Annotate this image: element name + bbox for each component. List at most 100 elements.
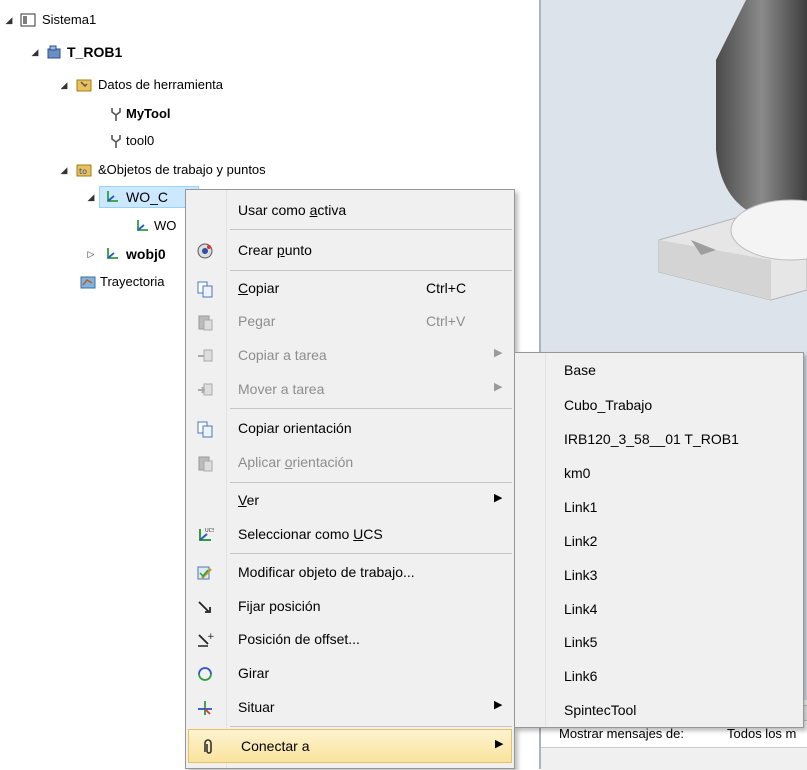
collapse-arrow-icon[interactable]: ◢ bbox=[4, 10, 14, 30]
menu-item-modify-workobject[interactable]: Modificar objeto de trabajo... bbox=[186, 556, 514, 590]
move-to-task-icon bbox=[198, 383, 213, 396]
svg-text:UCS: UCS bbox=[205, 528, 214, 534]
menu-item-set-ucs[interactable]: UCS Seleccionar como UCS bbox=[186, 518, 514, 552]
menu-item-move-to-task[interactable]: Mover a tarea ▶ bbox=[186, 373, 514, 407]
tree-node-task[interactable]: ◢ T_ROB1 bbox=[0, 42, 200, 62]
submenu-arrow-icon: ▶ bbox=[494, 381, 503, 393]
submenu-item[interactable]: km0 bbox=[515, 456, 803, 491]
menu-item-apply-orientation[interactable]: Aplicar orientación bbox=[186, 446, 514, 480]
tree-label-mytool: MyTool bbox=[126, 106, 171, 121]
tree-node-tool0[interactable]: tool0 bbox=[0, 131, 200, 151]
menu-separator bbox=[230, 229, 512, 230]
menu-item-copy[interactable]: Copiar Ctrl+C bbox=[186, 272, 514, 306]
menu-item-label: Copiar bbox=[238, 280, 280, 296]
rotate-icon bbox=[198, 667, 212, 681]
tree-label-task: T_ROB1 bbox=[67, 44, 123, 60]
menu-item-label: Posición de offset... bbox=[238, 631, 360, 647]
tree-node-paths[interactable]: Trayectoria bbox=[0, 272, 200, 292]
submenu-item[interactable]: Link2 bbox=[515, 524, 803, 559]
collapse-arrow-icon[interactable]: ◢ bbox=[86, 187, 96, 207]
offset-position-icon: + bbox=[198, 632, 214, 647]
menu-item-set-position[interactable]: Fijar posición bbox=[186, 590, 514, 624]
menu-item-rotate[interactable]: Girar bbox=[186, 657, 514, 691]
menu-item-paste[interactable]: Pegar Ctrl+V bbox=[186, 305, 514, 339]
workobject-icon bbox=[107, 191, 118, 202]
tree-label-tool0: tool0 bbox=[126, 133, 155, 148]
tree-node-wo-sub[interactable]: WO bbox=[0, 216, 200, 236]
create-point-icon bbox=[197, 243, 213, 259]
expand-arrow-icon[interactable]: ▷ bbox=[86, 244, 96, 264]
menu-item-place[interactable]: Situar ▶ bbox=[186, 691, 514, 725]
ucs-icon: UCS bbox=[199, 528, 214, 541]
submenu-arrow-icon: ▶ bbox=[494, 347, 503, 359]
show-messages-label: Mostrar mensajes de: bbox=[559, 726, 684, 741]
menu-item-label: Conectar a bbox=[241, 738, 310, 754]
tree-node-mytool[interactable]: MyTool bbox=[0, 104, 200, 124]
tree-node-wobj0[interactable]: ▷ wobj0 bbox=[0, 244, 200, 264]
tree-label-tooldata: Datos de herramienta bbox=[98, 77, 224, 92]
menu-item-label: Ver bbox=[238, 492, 260, 508]
menu-item-offset-position[interactable]: + Posición de offset... bbox=[186, 623, 514, 657]
collapse-arrow-icon[interactable]: ◢ bbox=[59, 75, 69, 95]
task-icon bbox=[47, 45, 61, 59]
attach-to-submenu: Base Cubo_Trabajo IRB120_3_58__01 T_ROB1… bbox=[514, 352, 804, 728]
paperclip-icon bbox=[204, 739, 212, 754]
place-icon bbox=[198, 701, 212, 715]
menu-item-create-point[interactable]: Crear punto bbox=[186, 234, 514, 268]
menu-item-label: Copiar a tarea bbox=[238, 347, 327, 363]
tree-label-paths: Trayectoria bbox=[100, 274, 165, 289]
menu-item-attach-to[interactable]: Conectar a ▶ bbox=[188, 729, 512, 763]
submenu-item[interactable]: SpintecTool bbox=[515, 693, 803, 728]
submenu-item[interactable]: Link3 bbox=[515, 558, 803, 593]
menu-item-label: Girar bbox=[238, 665, 270, 681]
submenu-item[interactable]: Link5 bbox=[515, 625, 803, 660]
submenu-item[interactable]: Link4 bbox=[515, 592, 803, 627]
apply-orientation-icon bbox=[198, 456, 213, 472]
paths-folder-icon bbox=[80, 276, 96, 289]
menu-item-label: Situar bbox=[238, 699, 275, 715]
message-filter-dropdown[interactable]: Todos los m bbox=[727, 726, 796, 741]
submenu-item[interactable]: IRB120_3_58__01 T_ROB1 bbox=[515, 422, 803, 457]
workobject-folder-icon: to bbox=[76, 164, 92, 177]
submenu-item[interactable]: Link6 bbox=[515, 659, 803, 694]
svg-text:to: to bbox=[79, 167, 87, 176]
submenu-item[interactable]: Base bbox=[515, 353, 803, 388]
copy-shortcut: Ctrl+C bbox=[426, 280, 467, 296]
submenu-item[interactable]: Link1 bbox=[515, 490, 803, 525]
collapse-arrow-icon[interactable]: ◢ bbox=[59, 160, 69, 180]
menu-separator bbox=[230, 408, 512, 409]
menu-separator bbox=[230, 726, 512, 727]
tree-label-wo-c: WO_C bbox=[126, 189, 168, 205]
tree-label-system: Sistema1 bbox=[42, 12, 97, 27]
menu-item-label: Usar como activa bbox=[238, 202, 347, 218]
collapse-arrow-icon[interactable]: ◢ bbox=[30, 42, 40, 62]
tree-node-system[interactable]: ◢ Sistema1 bbox=[0, 10, 200, 30]
copy-to-task-icon bbox=[198, 349, 213, 362]
menu-item-label: Mover a tarea bbox=[238, 381, 325, 397]
tree-label-wo-sub: WO bbox=[154, 218, 177, 233]
workobject-icon bbox=[107, 248, 118, 259]
copy-icon bbox=[197, 281, 213, 298]
menu-item-use-active[interactable]: Usar como activa bbox=[186, 194, 514, 228]
modify-workobject-icon bbox=[197, 566, 212, 580]
menu-item-copy-to-task[interactable]: Copiar a tarea ▶ bbox=[186, 339, 514, 373]
submenu-item[interactable]: Cubo_Trabajo bbox=[515, 388, 803, 423]
menu-separator bbox=[230, 270, 512, 271]
tree-node-wo-c[interactable]: ◢ WO_C bbox=[0, 187, 200, 207]
menu-item-label: Copiar orientación bbox=[238, 420, 352, 436]
menu-item-label: Aplicar orientación bbox=[238, 454, 354, 470]
tree-node-workobjects[interactable]: ◢ to &Objetos de trabajo y puntos bbox=[0, 160, 360, 180]
wrench-icon bbox=[111, 108, 121, 121]
tree-node-tooldata[interactable]: ◢ Datos de herramienta bbox=[0, 75, 300, 95]
menu-item-copy-orientation[interactable]: Copiar orientación bbox=[186, 412, 514, 446]
workobject-icon bbox=[137, 220, 148, 231]
set-position-icon bbox=[198, 601, 211, 613]
menu-item-label: Crear punto bbox=[238, 242, 312, 258]
wrench-icon bbox=[111, 135, 121, 148]
menu-item-view[interactable]: Ver ▶ bbox=[186, 484, 514, 518]
tree-label-workobjects: &Objetos de trabajo y puntos bbox=[98, 162, 266, 177]
submenu-arrow-icon: ▶ bbox=[495, 738, 504, 750]
tooldata-folder-icon bbox=[76, 79, 92, 92]
context-menu: Usar como activa Crear punto Copiar Ctrl… bbox=[185, 189, 515, 769]
menu-item-label: Fijar posición bbox=[238, 598, 321, 614]
